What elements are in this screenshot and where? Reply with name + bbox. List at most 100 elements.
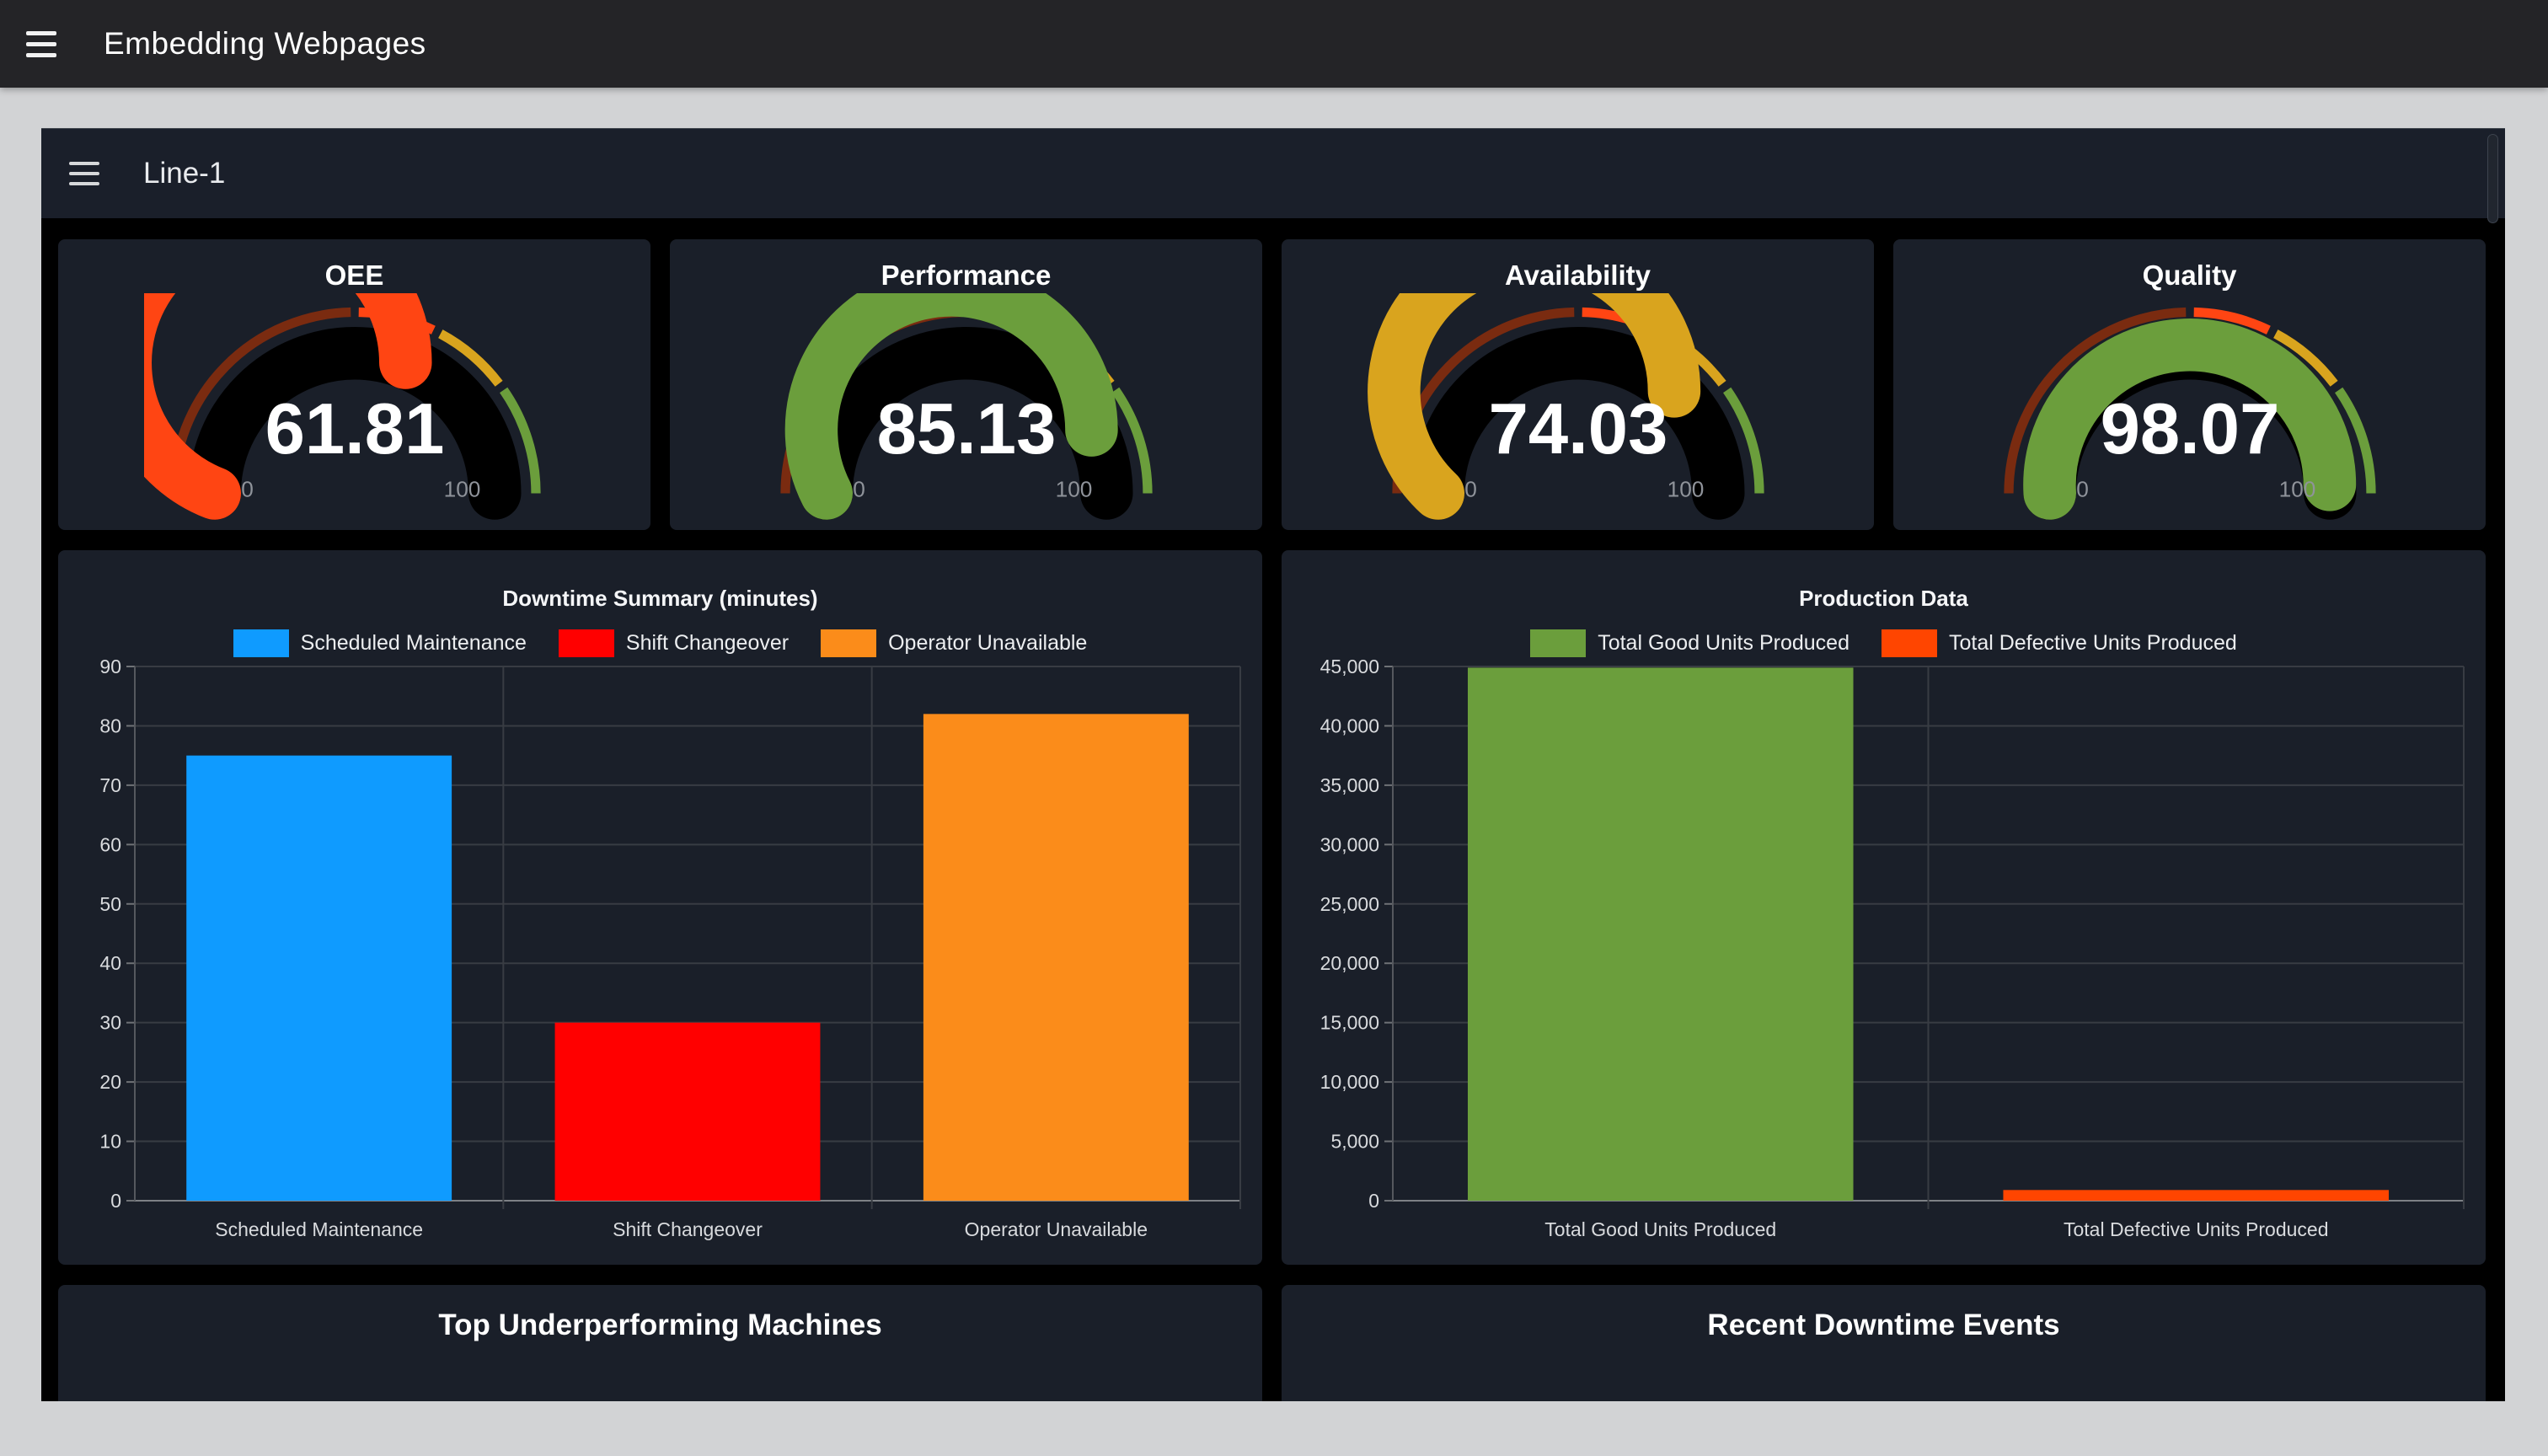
y-tick-label: 10,000: [1320, 1071, 1379, 1093]
gauge-min-label: 0: [2076, 476, 2089, 501]
x-category-label: Total Defective Units Produced: [2064, 1218, 2329, 1240]
dashboard-scrollbar[interactable]: [2487, 129, 2500, 1401]
legend-label: Total Good Units Produced: [1598, 631, 1849, 656]
gauge-value: 74.03: [1488, 389, 1667, 469]
app-title: Embedding Webpages: [104, 26, 426, 62]
chart-plot-downtime-summary-minutes: 0102030405060708090Scheduled Maintenance…: [58, 550, 1262, 1265]
y-tick-label: 40,000: [1320, 715, 1379, 736]
gauge-quality: 98.07 0 100: [1979, 293, 2401, 521]
y-tick-label: 50: [99, 893, 121, 915]
panel-title: Recent Downtime Events: [1282, 1309, 2486, 1342]
chart-plot-production-data: 0 5,000 10,000 15,000 20,000 25,000 30,000 35,0…: [1282, 550, 2486, 1265]
legend-item-operator-unavailable[interactable]: Operator Unavailable: [821, 629, 1087, 657]
panel-recent-downtime-events: Recent Downtime Events: [1282, 1285, 2486, 1401]
app-top-bar: Embedding Webpages: [0, 0, 2548, 88]
page: { "app_bar": { "title": "Embedding Webpa…: [0, 0, 2548, 1456]
x-category-label: Scheduled Maintenance: [215, 1218, 423, 1240]
bar-total-good-units-produced[interactable]: [1468, 667, 1854, 1201]
chart-legend: Total Good Units Produced Total Defective…: [1282, 629, 2486, 657]
hamburger-icon: [69, 162, 99, 165]
gauge-value: 98.07: [2100, 389, 2279, 469]
legend-item-shift-changeover[interactable]: Shift Changeover: [559, 629, 789, 657]
gauge-oee: 61.81 0 100: [144, 293, 565, 521]
dashboard-menu-button[interactable]: [69, 162, 99, 185]
gauge-title: Performance: [881, 260, 1052, 292]
chart-card-production-data: 0 5,000 10,000 15,000 20,000 25,000 30,000 35,0…: [1282, 550, 2486, 1265]
legend-item-scheduled-maintenance[interactable]: Scheduled Maintenance: [233, 629, 527, 657]
bar-total-defective-units-produced[interactable]: [2003, 1190, 2389, 1201]
y-tick-label: 30: [99, 1012, 121, 1034]
chart-title: Production Data: [1282, 586, 2486, 612]
hamburger-icon: [26, 53, 56, 57]
gauge-card-oee: OEE 61.81 0 100: [58, 239, 650, 530]
embedded-dashboard: Line-1 OEE61.810100Performance85.130100A…: [41, 128, 2505, 1401]
y-tick-label: 70: [99, 774, 121, 796]
gauge-card-performance: Performance 85.13 0 100: [670, 239, 1262, 530]
y-tick-label: 90: [99, 656, 121, 677]
gauge-max-label: 100: [1055, 476, 1092, 501]
y-tick-label: 25,000: [1320, 893, 1379, 915]
y-tick-label: 45,000: [1320, 656, 1379, 677]
gauge-title: Quality: [2143, 260, 2237, 292]
y-tick-label: 80: [99, 715, 121, 736]
gauge-row: OEE61.810100Performance85.130100Availabi…: [58, 239, 2486, 530]
x-category-label: Operator Unavailable: [965, 1218, 1148, 1240]
chart-legend: Scheduled Maintenance Shift Changeover Ope…: [58, 629, 1262, 657]
chart-card-downtime-summary-minutes: 0102030405060708090Scheduled Maintenance…: [58, 550, 1262, 1265]
y-tick-label: 0: [1368, 1190, 1379, 1212]
bottom-row: Top Underperforming Machines Recent Down…: [58, 1285, 2486, 1401]
hamburger-icon: [69, 172, 99, 175]
y-tick-label: 15,000: [1320, 1012, 1379, 1034]
y-tick-label: 10: [99, 1131, 121, 1153]
y-tick-label: 35,000: [1320, 774, 1379, 796]
gauge-max-label: 100: [443, 476, 480, 501]
legend-label: Total Defective Units Produced: [1949, 631, 2237, 656]
legend-item-total-good-units-produced[interactable]: Total Good Units Produced: [1530, 629, 1849, 657]
gauge-value: 61.81: [265, 389, 444, 469]
bar-shift-changeover[interactable]: [555, 1023, 821, 1201]
y-tick-label: 20,000: [1320, 952, 1379, 974]
y-tick-label: 0: [110, 1190, 121, 1212]
y-tick-label: 5,000: [1330, 1131, 1379, 1153]
gauge-title: Availability: [1505, 260, 1651, 292]
gauge-value: 85.13: [876, 389, 1056, 469]
gauge-min-label: 0: [241, 476, 254, 501]
gauge-title: OEE: [325, 260, 384, 292]
gauge-performance: 85.13 0 100: [756, 293, 1177, 521]
gauge-max-label: 100: [1667, 476, 1704, 501]
app-menu-button[interactable]: [26, 31, 56, 57]
x-category-label: Shift Changeover: [613, 1218, 763, 1240]
dashboard-body: OEE61.810100Performance85.130100Availabi…: [41, 218, 2505, 1401]
legend-swatch: [821, 629, 876, 657]
hamburger-icon: [69, 182, 99, 185]
gauge-min-label: 0: [1464, 476, 1477, 501]
gauge-card-quality: Quality 98.07 0 100: [1893, 239, 2486, 530]
dashboard-header: Line-1: [41, 129, 2505, 218]
dashboard-title: Line-1: [143, 157, 225, 190]
x-category-label: Total Good Units Produced: [1544, 1218, 1776, 1240]
bar-operator-unavailable[interactable]: [923, 714, 1189, 1201]
legend-label: Shift Changeover: [626, 631, 789, 656]
y-tick-label: 60: [99, 833, 121, 855]
gauge-availability: 74.03 0 100: [1368, 293, 1789, 521]
bar-scheduled-maintenance[interactable]: [186, 756, 452, 1201]
legend-label: Scheduled Maintenance: [301, 631, 527, 656]
y-tick-label: 30,000: [1320, 833, 1379, 855]
gauge-max-label: 100: [2278, 476, 2315, 501]
gauge-card-availability: Availability 74.03 0 100: [1282, 239, 1874, 530]
scrollbar-thumb[interactable]: [2487, 134, 2498, 223]
legend-swatch: [559, 629, 614, 657]
hamburger-icon: [26, 42, 56, 46]
chart-row: 0102030405060708090Scheduled Maintenance…: [58, 550, 2486, 1265]
legend-swatch: [1882, 629, 1937, 657]
legend-label: Operator Unavailable: [888, 631, 1087, 656]
panel-title: Top Underperforming Machines: [58, 1309, 1262, 1342]
hamburger-icon: [26, 31, 56, 35]
gauge-min-label: 0: [853, 476, 865, 501]
panel-top-underperforming-machines: Top Underperforming Machines: [58, 1285, 1262, 1401]
legend-swatch: [1530, 629, 1586, 657]
chart-title: Downtime Summary (minutes): [58, 586, 1262, 612]
y-tick-label: 20: [99, 1071, 121, 1093]
legend-item-total-defective-units-produced[interactable]: Total Defective Units Produced: [1882, 629, 2237, 657]
y-tick-label: 40: [99, 952, 121, 974]
